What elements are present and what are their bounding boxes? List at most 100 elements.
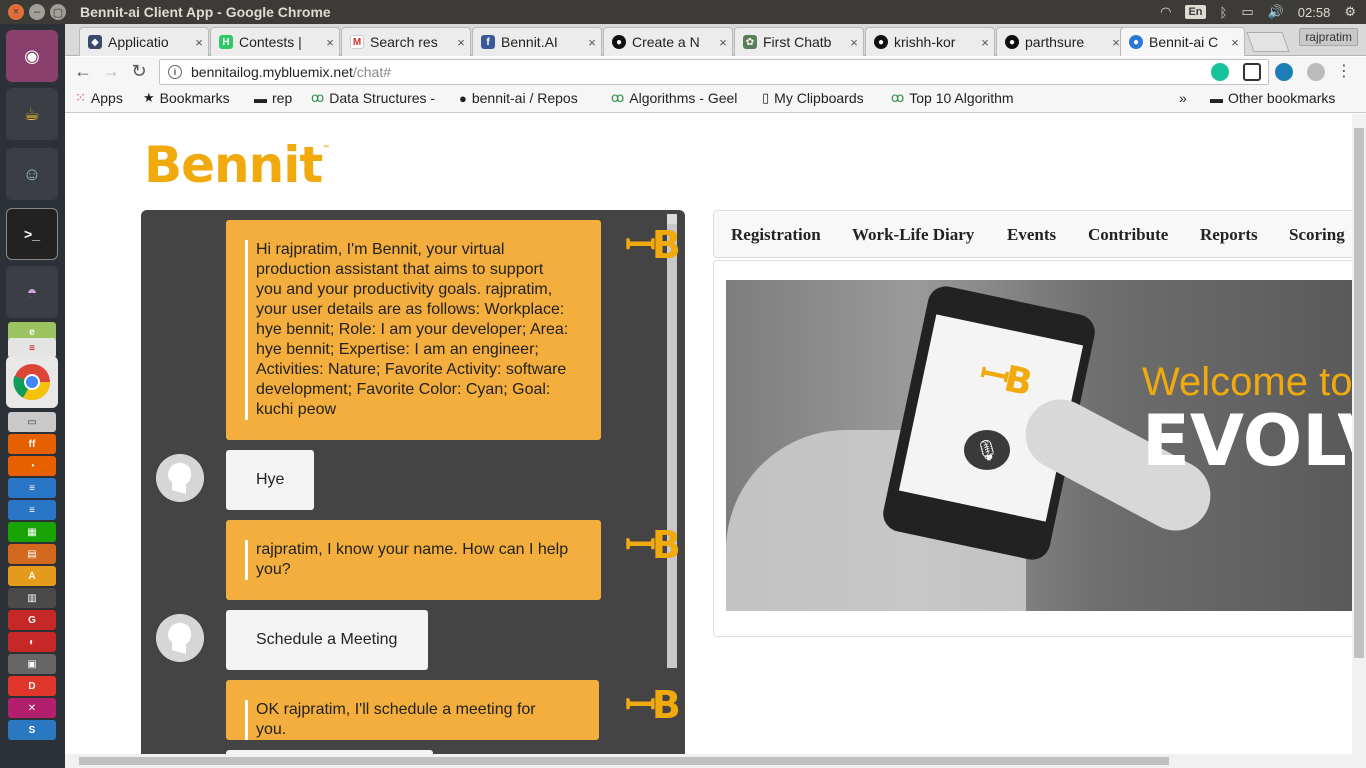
settings-icon[interactable]: ✕ [8, 698, 56, 718]
amazon-icon[interactable]: D [8, 676, 56, 696]
bennit-bot-avatar-icon: ꟷB [625, 523, 681, 567]
new-tab-button[interactable] [1246, 32, 1290, 52]
window-close-button[interactable]: × [8, 4, 24, 20]
tab-github-krishh[interactable]: ● krishh-kor × [865, 27, 995, 56]
bookmark-my-clipboards[interactable]: ▯ My Clipboards [762, 90, 864, 106]
tab-applications[interactable]: ◆ Applicatio × [79, 27, 209, 56]
unity-tweak-icon[interactable]: ▥ [8, 588, 56, 608]
drive-app-icon[interactable]: ▭ [8, 412, 56, 432]
user-avatar-icon [156, 454, 204, 502]
bluetooth-icon[interactable]: ᛒ [1220, 5, 1228, 20]
tor-browser-icon[interactable]: ◓ [6, 266, 58, 318]
page-horizontal-scrollbar[interactable] [65, 754, 1366, 768]
tab-close-icon[interactable]: × [583, 35, 601, 50]
page-vertical-scrollbar[interactable] [1352, 114, 1366, 754]
menu-kebab-icon[interactable]: ⋮ [1333, 61, 1355, 81]
impress-icon[interactable]: ▤ [8, 544, 56, 564]
writer-alt-icon[interactable]: ≡ [8, 500, 56, 520]
bot-message: Hi rajpratim, I'm Bennit, your virtual p… [226, 220, 601, 440]
volume-icon[interactable]: 🔊 [1268, 4, 1284, 20]
tab-close-icon[interactable]: × [190, 35, 208, 50]
robot-app-icon[interactable]: ☺ [6, 148, 58, 200]
tab-facebook[interactable]: f Bennit.AI × [472, 27, 602, 56]
nav-scoring[interactable]: Scoring [1289, 225, 1345, 245]
firefox-icon[interactable]: ff [8, 434, 56, 454]
teapot-app-icon[interactable]: ☕ [6, 88, 58, 140]
keyboard-language-indicator[interactable]: En [1185, 5, 1206, 19]
tab-first-chatbot[interactable]: ✿ First Chatb × [734, 27, 864, 56]
bot-message: OK rajpratim, I'll schedule a meeting fo… [226, 680, 599, 740]
nav-registration[interactable]: Registration [731, 225, 821, 245]
gear-icon[interactable]: ⚙ [1344, 4, 1356, 20]
window-maximize-button[interactable]: ▢ [50, 4, 66, 20]
chat-scrollbar[interactable] [667, 214, 677, 668]
reload-icon[interactable]: ↻ [128, 61, 150, 82]
bulb-extension-icon[interactable] [1307, 63, 1325, 81]
bookmark-bennit-repos[interactable]: ● bennit-ai / Repos [459, 90, 578, 106]
tab-close-icon[interactable]: × [452, 35, 470, 50]
font-app-icon[interactable]: ▣ [8, 654, 56, 674]
back-arrow-icon[interactable]: ← [72, 61, 94, 82]
scrollbar-thumb[interactable] [79, 757, 1169, 765]
clock[interactable]: 02:58 [1298, 5, 1331, 20]
doc-app-icon[interactable]: ≡ [8, 338, 56, 358]
address-bar[interactable]: i bennitailog.mybluemix.net/chat# ☆ [159, 59, 1269, 85]
music-icon[interactable]: S [8, 720, 56, 740]
chrome-icon[interactable] [6, 356, 58, 408]
window-minimize-button[interactable]: – [29, 4, 45, 20]
nav-work-life-diary[interactable]: Work-Life Diary [852, 225, 974, 245]
tab-close-icon[interactable]: × [1226, 35, 1244, 50]
tab-close-icon[interactable]: × [976, 35, 994, 50]
tab-github-create[interactable]: ● Create a N × [603, 27, 733, 56]
geeksforgeeks-icon: ꝏ [311, 90, 325, 105]
cube-extension-icon[interactable] [1243, 63, 1261, 81]
tab-bennit-client[interactable]: ● Bennit-ai C × [1120, 27, 1245, 56]
eye-extension-icon[interactable] [1275, 63, 1293, 81]
profile-chip[interactable]: rajpratim [1299, 28, 1358, 46]
bennit-logo[interactable]: Bennit™ [144, 136, 330, 194]
bookmark-data-structures[interactable]: ꝏ Data Structures - [311, 90, 435, 106]
bookmark-bookmarks[interactable]: ★ Bookmarks [143, 90, 230, 106]
tab-close-icon[interactable]: × [321, 35, 339, 50]
scrollbar-thumb[interactable] [1354, 128, 1364, 658]
github-icon: ● [1005, 35, 1019, 49]
grammarly-icon[interactable] [1211, 63, 1229, 81]
folder-icon: ▬ [1210, 90, 1223, 106]
github-icon: ● [612, 35, 626, 49]
facebook-icon: f [481, 35, 495, 49]
hero-headline: EVOLVE [1142, 400, 1352, 482]
calc-icon[interactable]: ▦ [8, 522, 56, 542]
battery-icon[interactable]: ▭ [1241, 4, 1253, 20]
tab-close-icon[interactable]: × [845, 35, 863, 50]
bookmark-top-10-algorithms[interactable]: ꝏ Top 10 Algorithm [891, 90, 1014, 106]
remote-app-icon[interactable]: ◐ [8, 632, 56, 652]
nav-contribute[interactable]: Contribute [1088, 225, 1168, 245]
writer-icon[interactable]: ≡ [8, 478, 56, 498]
firefox-alt-icon[interactable]: ◔ [8, 456, 56, 476]
disk-app-icon[interactable]: G [8, 610, 56, 630]
user-message: Schedule a Meeting [226, 610, 428, 670]
star-icon: ★ [143, 90, 155, 105]
window-title-bar: × – ▢ Bennit-ai Client App - Google Chro… [0, 0, 1366, 24]
nav-events[interactable]: Events [1007, 225, 1056, 245]
bookmark-overflow-chevron[interactable]: » [1179, 90, 1187, 106]
bookmark-rep[interactable]: ▬ rep [254, 90, 292, 106]
forward-arrow-icon[interactable]: → [100, 61, 122, 82]
wifi-icon[interactable]: ◠ [1160, 4, 1171, 20]
geeksforgeeks-icon: ꝏ [891, 90, 905, 105]
tab-gmail-search[interactable]: M Search res × [341, 27, 471, 56]
bookmark-other[interactable]: ▬ Other bookmarks [1210, 90, 1335, 106]
bennit-bot-avatar-icon: ꟷB [625, 223, 681, 267]
tab-contests[interactable]: H Contests | × [210, 27, 340, 56]
software-center-icon[interactable]: A [8, 566, 56, 586]
tab-close-icon[interactable]: × [714, 35, 732, 50]
github-icon: ● [459, 90, 467, 106]
info-icon[interactable]: i [168, 65, 182, 79]
nav-reports[interactable]: Reports [1200, 225, 1258, 245]
ubuntu-dash-icon[interactable]: ◉ [6, 30, 58, 82]
terminal-icon[interactable]: >_ [6, 208, 58, 260]
bookmark-algorithms[interactable]: ꝏ Algorithms - Geel [611, 90, 737, 106]
bookmark-apps[interactable]: ⁙ Apps [75, 90, 123, 106]
apps-grid-icon: ⁙ [75, 90, 86, 105]
tab-github-parthsure[interactable]: ● parthsure × [996, 27, 1126, 56]
